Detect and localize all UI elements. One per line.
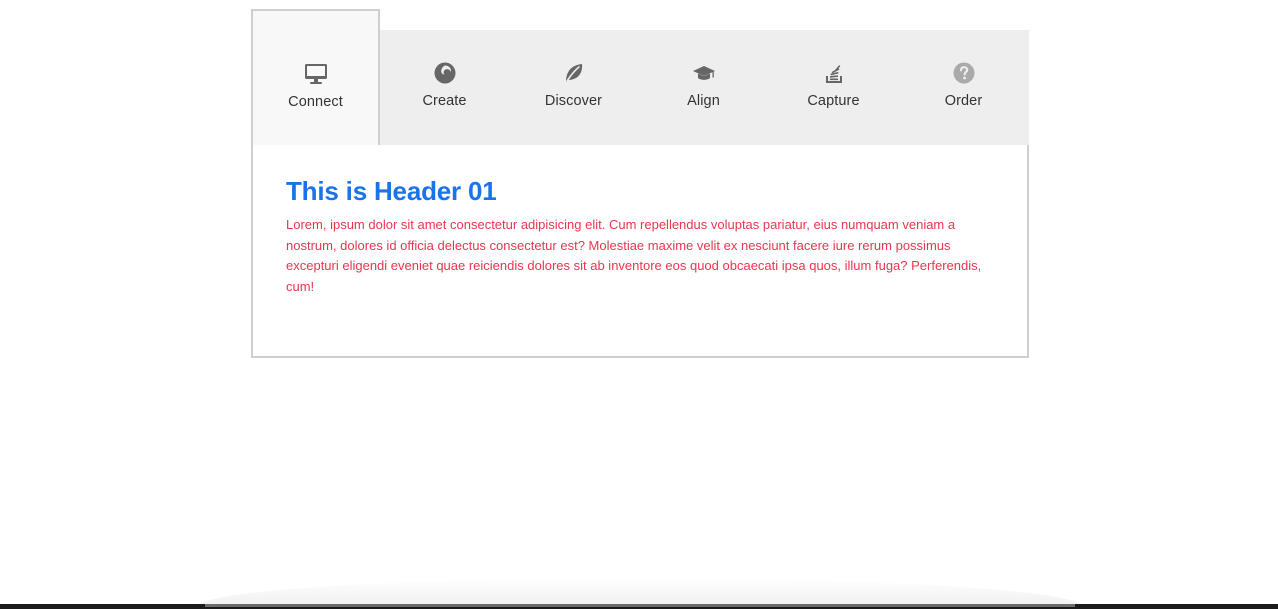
tab-connect[interactable]: Connect (251, 9, 380, 145)
panel-body-text: Lorem, ipsum dolor sit amet consectetur … (286, 217, 982, 294)
tab-order[interactable]: Order (899, 30, 1028, 145)
firefox-icon (434, 62, 455, 84)
tab-align[interactable]: Align (639, 30, 768, 145)
tab-label: Align (687, 93, 720, 109)
tab-label: Create (422, 93, 467, 109)
tab-label: Discover (544, 93, 603, 109)
tab-content-panel: This is Header 01 Lorem, ipsum dolor sit… (251, 145, 1029, 358)
question-icon (953, 62, 974, 84)
leaf-icon (565, 64, 582, 82)
tab-label: Order (944, 93, 983, 109)
tab-label: Capture (807, 93, 860, 109)
stack-icon (825, 65, 842, 83)
tab-label: Connect (288, 94, 343, 110)
bottom-shadow (200, 578, 1080, 606)
horizontal-scrollbar[interactable] (205, 604, 1075, 607)
graduation-cap-icon (692, 66, 715, 80)
tab-capture[interactable]: Capture (769, 30, 898, 145)
panel-header: This is Header 01 (286, 176, 497, 206)
monitor-icon (304, 64, 327, 84)
page: Connect Create Discover Align Capture Or… (0, 0, 1278, 609)
tab-create[interactable]: Create (380, 30, 509, 145)
tab-discover[interactable]: Discover (509, 30, 638, 145)
